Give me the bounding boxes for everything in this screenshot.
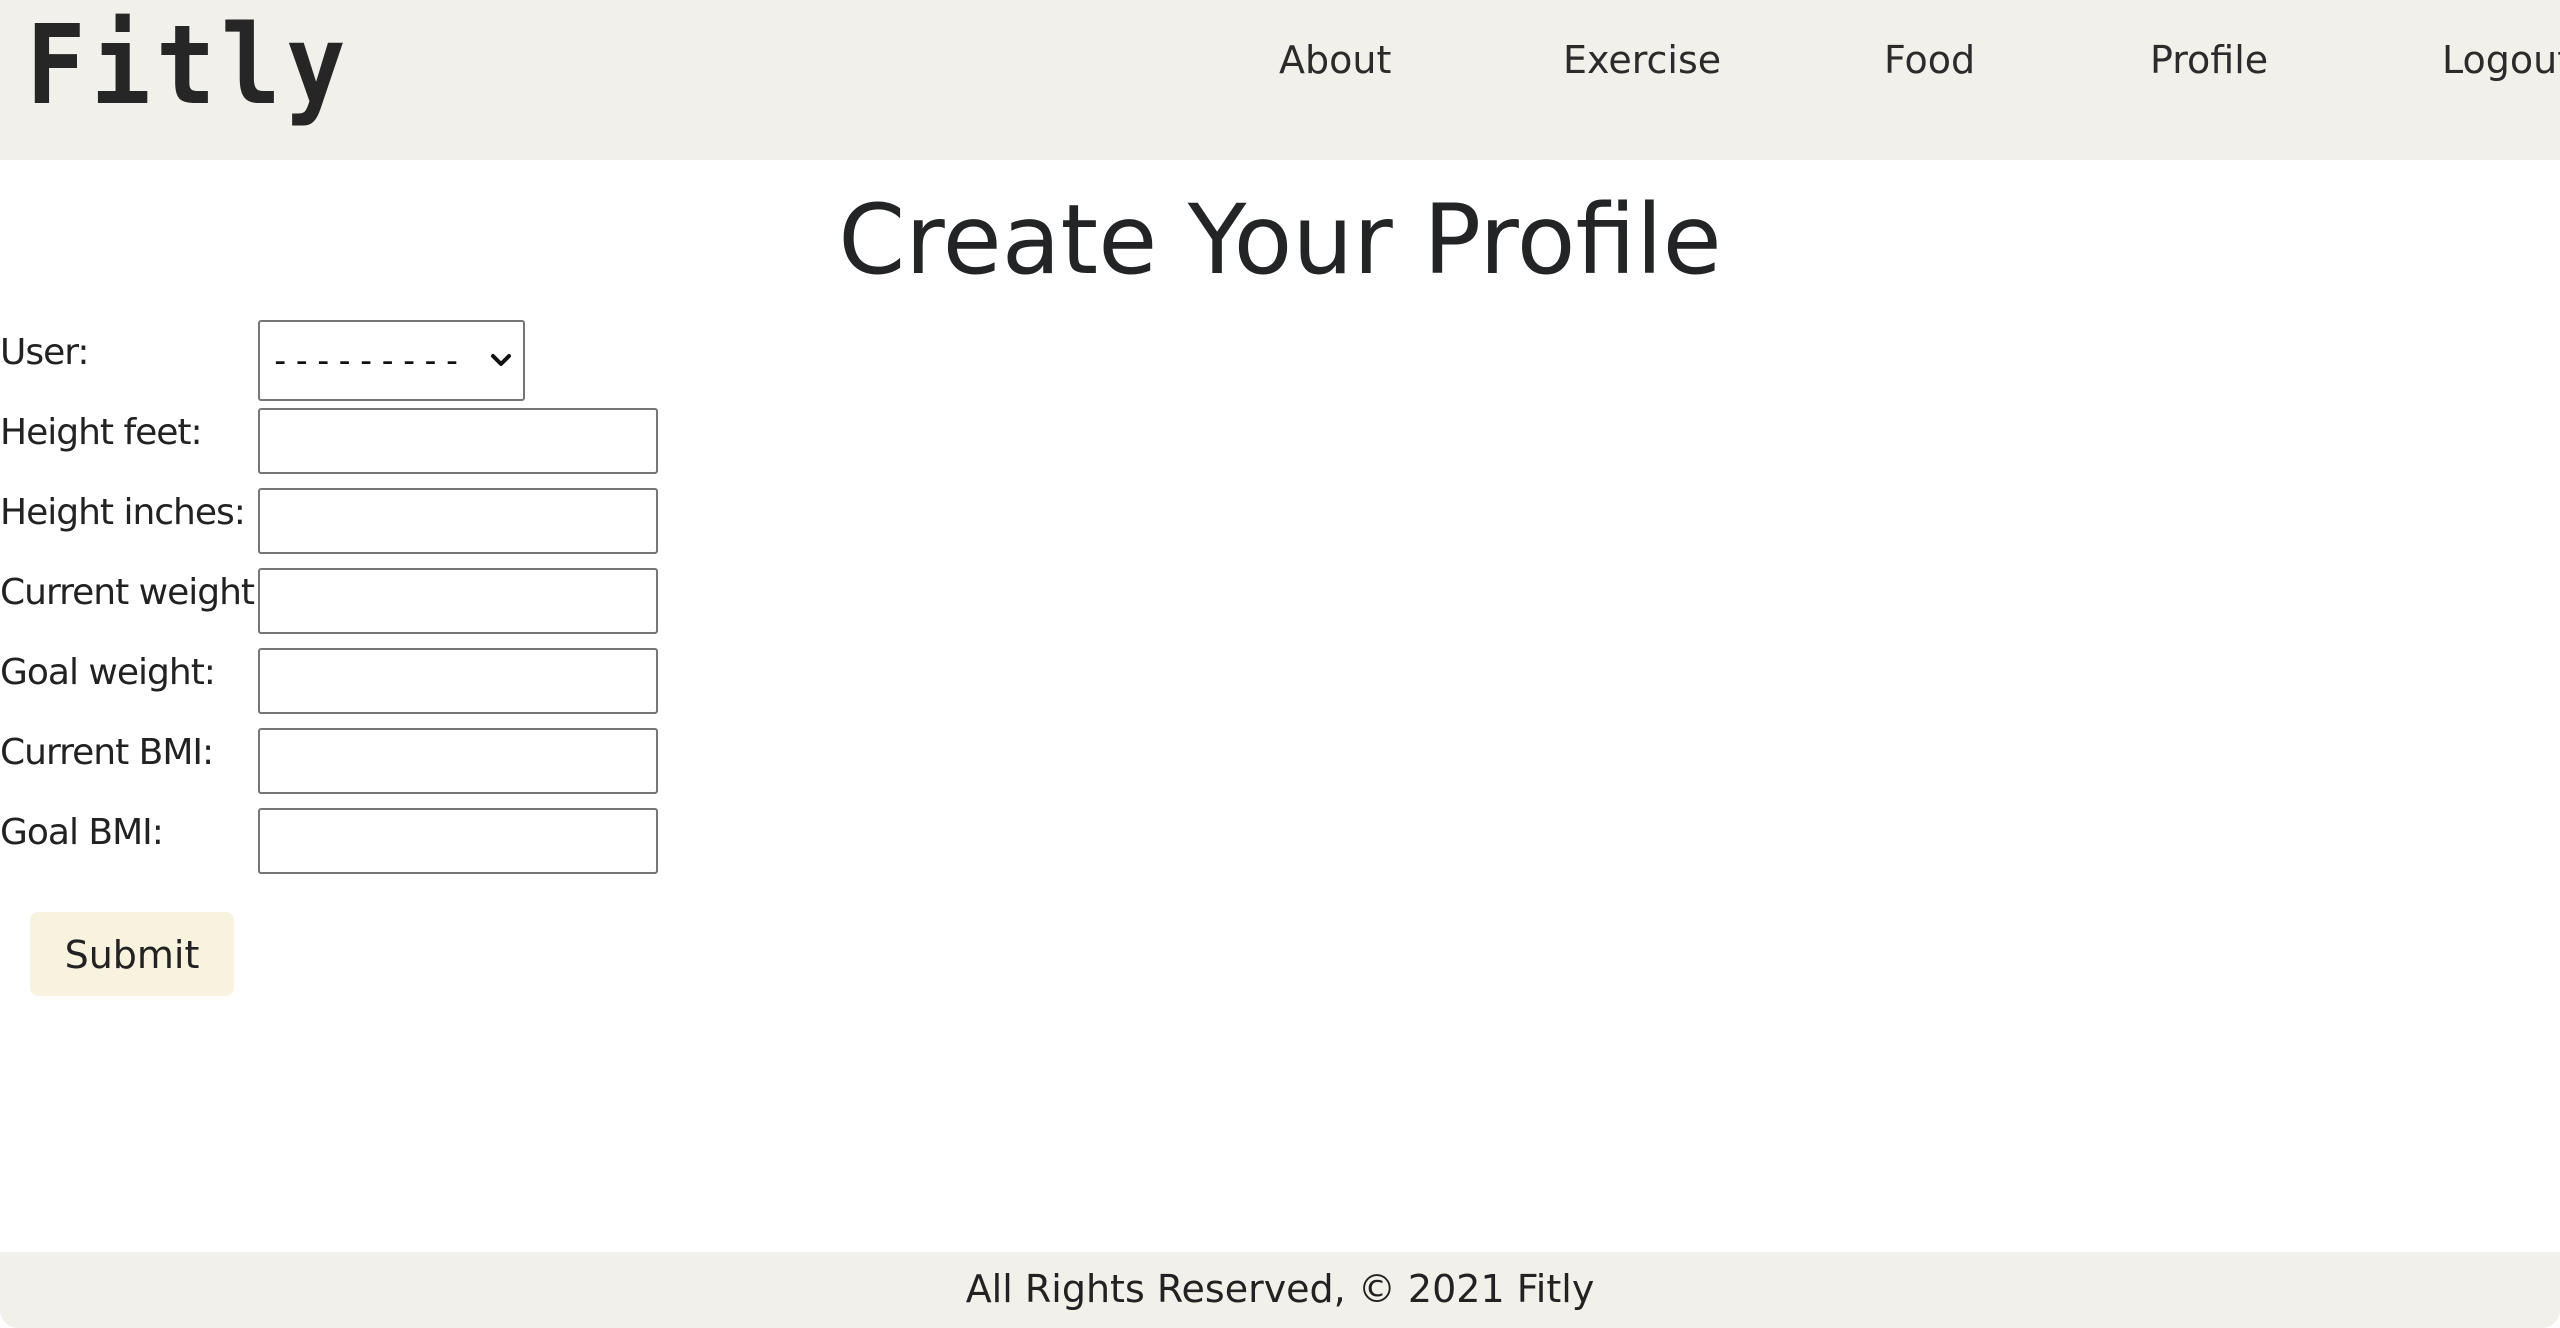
submit-button[interactable]: Submit [30, 912, 234, 996]
height-feet-input[interactable] [258, 408, 658, 474]
page-title: Create Your Profile [838, 184, 1722, 296]
site-header: Fitly About Exercise Food Profile Logout [0, 0, 2560, 160]
height-inches-input[interactable] [258, 488, 658, 554]
height-feet-label: Height feet: [0, 412, 203, 453]
nav-link-profile[interactable]: Profile [2150, 30, 2268, 90]
user-select-value: --------- [270, 341, 464, 381]
nav-link-logout[interactable]: Logout [2442, 30, 2560, 90]
nav-link-about[interactable]: About [1279, 30, 1391, 90]
nav-link-exercise[interactable]: Exercise [1563, 30, 1721, 90]
logo[interactable]: Fitly [26, 10, 351, 120]
page: Fitly About Exercise Food Profile Logout… [0, 0, 2560, 1328]
goal-bmi-label: Goal BMI: [0, 812, 164, 853]
current-bmi-label: Current BMI: [0, 732, 214, 773]
current-bmi-input[interactable] [258, 728, 658, 794]
height-inches-label: Height inches: [0, 492, 246, 533]
chevron-down-icon [491, 354, 511, 366]
footer-copyright: All Rights Reserved, © 2021 Fitly [965, 1267, 1595, 1311]
current-weight-label: Current weight: [0, 572, 266, 613]
current-weight-input[interactable] [258, 568, 658, 634]
goal-weight-label: Goal weight: [0, 652, 216, 693]
site-footer: All Rights Reserved, © 2021 Fitly [0, 1252, 2560, 1328]
user-label: User: [0, 332, 90, 373]
goal-bmi-input[interactable] [258, 808, 658, 874]
goal-weight-input[interactable] [258, 648, 658, 714]
user-select[interactable]: --------- [258, 320, 525, 401]
nav-link-food[interactable]: Food [1884, 30, 1975, 90]
